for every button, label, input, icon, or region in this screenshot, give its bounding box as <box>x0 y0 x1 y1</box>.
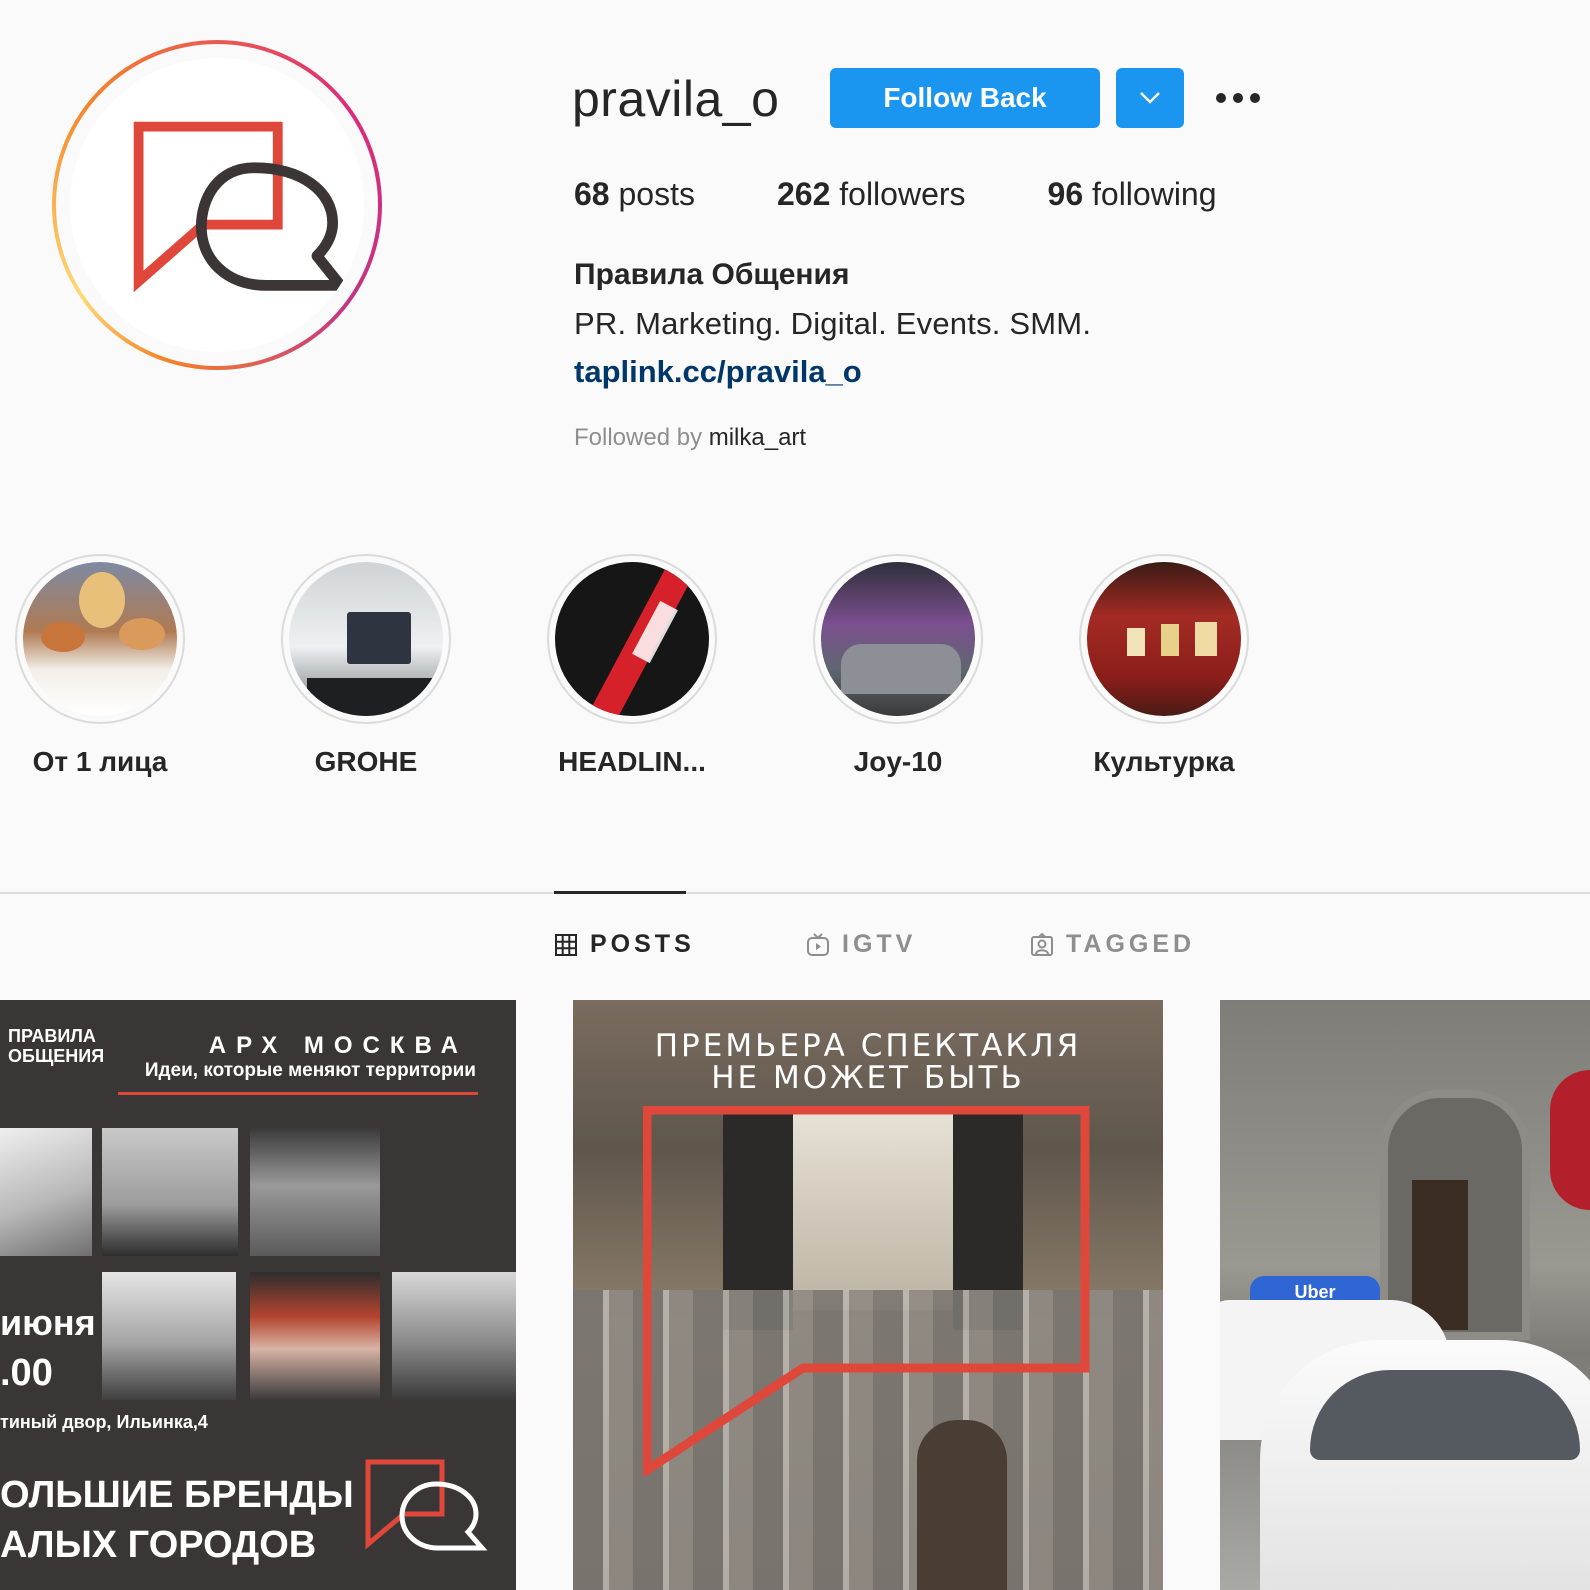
highlight-label: Культурка <box>1093 746 1235 777</box>
profile-website-link[interactable]: taplink.cc/pravila_o <box>574 354 862 390</box>
tagged-user-icon <box>1031 932 1053 956</box>
more-dot-icon <box>1233 93 1243 103</box>
post-thumbnail-street[interactable]: Uber <box>1220 1000 1590 1590</box>
speaker-photo <box>250 1128 380 1256</box>
tabs-divider <box>0 892 1590 894</box>
posts-count: 68 posts <box>574 176 695 213</box>
highlight-label: От 1 лица <box>32 746 168 777</box>
followers-count[interactable]: 262 followers <box>777 176 966 213</box>
speaker-photo <box>0 1128 92 1256</box>
car-windshield <box>1310 1370 1580 1460</box>
post-event-date: июня <box>0 1302 96 1343</box>
brand-logo-icon <box>365 1459 488 1551</box>
profile-stats: 68 posts 262 followers 96 following <box>574 176 1299 213</box>
posts-count-label: posts <box>618 176 695 212</box>
highlight-kulturka[interactable]: Культурка <box>1064 554 1264 778</box>
followed-by-user: milka_art <box>708 424 807 451</box>
highlight-cover <box>289 562 443 716</box>
highlight-headliner[interactable]: HEADLIN... <box>532 554 732 778</box>
more-dot-icon <box>1250 93 1260 103</box>
more-options-button[interactable] <box>1210 76 1266 120</box>
speaker-photo <box>102 1128 238 1256</box>
following-count-label: following <box>1092 176 1217 212</box>
following-count-value: 96 <box>1047 176 1084 212</box>
post-subtitle: Идеи, которые меняют территории <box>144 1060 476 1081</box>
highlight-cover <box>555 562 709 716</box>
highlight-grohe[interactable]: GROHE <box>266 554 466 778</box>
speaker-photo <box>250 1272 380 1400</box>
tab-posts[interactable]: POSTS <box>554 930 695 959</box>
highlight-label: Joy-10 <box>853 746 943 777</box>
avatar <box>70 58 364 352</box>
active-tab-indicator <box>554 891 686 894</box>
followed-by[interactable]: Followed by milka_art <box>574 424 806 452</box>
followed-by-prefix: Followed by <box>574 424 703 451</box>
post-underline <box>118 1092 478 1095</box>
posts-count-value: 68 <box>574 176 610 212</box>
followers-count-label: followers <box>839 176 966 212</box>
post-thumbnail-theatre-premiere[interactable]: ПРЕМЬЕРА СПЕКТАКЛЯ НЕ МОЖЕТ БЫТЬ <box>573 1000 1163 1590</box>
post-title: ПРЕМЬЕРА СПЕКТАКЛЯ НЕ МОЖЕТ БЫТЬ <box>654 1028 1082 1096</box>
profile-bio: PR. Marketing. Digital. Events. SMM. <box>574 306 1092 341</box>
following-count[interactable]: 96 following <box>1048 176 1217 213</box>
red-awning <box>1550 1070 1590 1210</box>
person-figure <box>917 1420 1007 1590</box>
speech-frame-icon <box>643 1106 1090 1476</box>
profile-username: pravila_o <box>572 71 780 127</box>
highlight-cover <box>23 562 177 716</box>
tab-igtv[interactable]: IGTV <box>806 930 916 959</box>
tab-label: TAGGED <box>1066 930 1196 958</box>
highlight-label: GROHE <box>314 746 418 777</box>
follow-back-button[interactable]: Follow Back <box>830 68 1100 128</box>
post-event-place: тиный двор, Ильинка,4 <box>0 1412 208 1432</box>
tab-label: IGTV <box>842 930 917 958</box>
highlight-label: HEADLIN... <box>558 746 706 777</box>
post-headline: ОЛЬШИЕ БРЕНДЫ АЛЫХ ГОРОДОВ <box>0 1474 354 1566</box>
profile-full-name: Правила Общения <box>574 258 850 291</box>
post-event-time: .00 <box>0 1352 53 1394</box>
post-brand-logo: ПРАВИЛА ОБЩЕНИЯ <box>8 1026 105 1066</box>
speaker-photo <box>392 1272 516 1400</box>
igtv-icon <box>807 932 829 956</box>
highlight-ot-1-litsa[interactable]: От 1 лица <box>0 554 200 778</box>
grid-icon <box>555 933 577 956</box>
tab-label: POSTS <box>590 930 695 958</box>
suggestions-dropdown-button[interactable] <box>1116 68 1184 128</box>
followers-count-value: 262 <box>776 176 831 212</box>
more-dot-icon <box>1216 93 1226 103</box>
chevron-down-icon <box>1140 92 1160 104</box>
highlight-joy-10[interactable]: Joy-10 <box>798 554 998 778</box>
post-title: АРХ МОСКВА <box>208 1032 468 1059</box>
highlight-cover <box>1087 562 1241 716</box>
tab-tagged[interactable]: TAGGED <box>1030 930 1195 959</box>
brand-logo-icon <box>133 121 346 293</box>
post-thumbnail-arch-moskva[interactable]: ПРАВИЛА ОБЩЕНИЯ АРХ МОСКВА Идеи, которые… <box>0 1000 516 1590</box>
highlight-cover <box>821 562 975 716</box>
speaker-photo <box>102 1272 236 1400</box>
profile-avatar-ring[interactable] <box>52 40 382 370</box>
